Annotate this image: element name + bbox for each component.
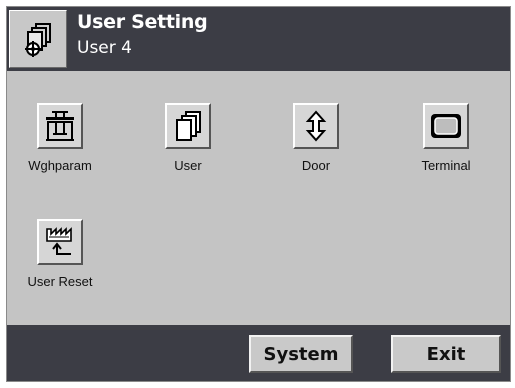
door-updown-icon[interactable] bbox=[293, 103, 339, 149]
tile-label: User bbox=[174, 158, 202, 173]
tile-user-reset[interactable]: User Reset bbox=[15, 219, 105, 309]
factory-reset-icon[interactable] bbox=[37, 219, 83, 265]
exit-button[interactable]: Exit bbox=[391, 335, 501, 373]
footer-bar: System Exit bbox=[7, 325, 510, 381]
page-subtitle: User 4 bbox=[77, 38, 132, 58]
tile-label: User Reset bbox=[27, 274, 93, 289]
tile-door[interactable]: Door bbox=[271, 103, 361, 193]
tile-terminal[interactable]: Terminal bbox=[401, 103, 491, 193]
user-pages-icon[interactable] bbox=[165, 103, 211, 149]
app-screen: User Setting User 4 Wghparam User Door T… bbox=[6, 6, 511, 382]
page-title: User Setting bbox=[77, 11, 208, 33]
tile-label: Door bbox=[301, 158, 331, 173]
terminal-icon[interactable] bbox=[423, 103, 469, 149]
tile-label: Wghparam bbox=[28, 158, 92, 173]
tile-user[interactable]: User bbox=[143, 103, 233, 193]
tile-label: Terminal bbox=[421, 158, 471, 173]
tile-wghparam[interactable]: Wghparam bbox=[15, 103, 105, 193]
user-settings-icon bbox=[9, 10, 67, 68]
system-button[interactable]: System bbox=[249, 335, 353, 373]
header-bar: User Setting User 4 bbox=[7, 7, 510, 71]
weighing-param-icon[interactable] bbox=[37, 103, 83, 149]
